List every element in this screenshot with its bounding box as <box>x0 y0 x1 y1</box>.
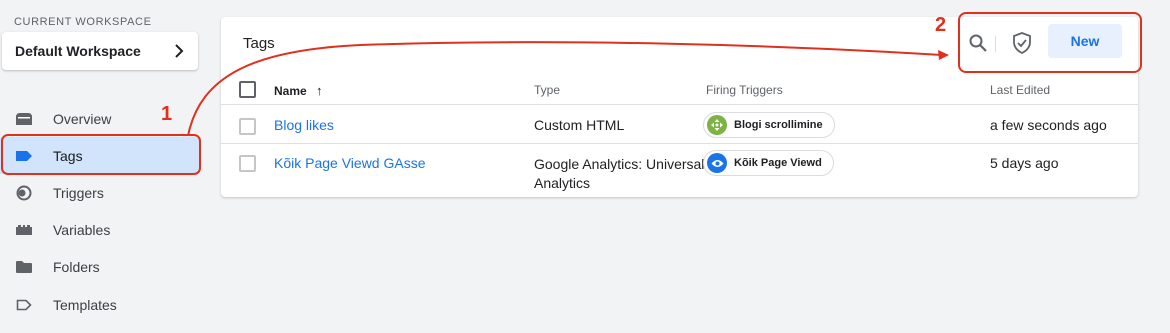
tag-type: Custom HTML <box>534 117 625 133</box>
sidebar-item-variables[interactable]: Variables <box>0 211 200 248</box>
column-header-firing-triggers[interactable]: Firing Triggers <box>706 83 783 97</box>
column-header-name[interactable]: Name ↑ <box>274 83 323 98</box>
last-edited: a few seconds ago <box>990 117 1107 133</box>
step-number-1: 1 <box>161 103 173 125</box>
tag-name-link[interactable]: Kõik Page Viewd GAsse <box>274 155 426 171</box>
select-all-checkbox[interactable] <box>239 81 256 98</box>
page-title: Tags <box>243 35 275 52</box>
sidebar-item-label: Variables <box>53 221 111 238</box>
table-row: Kõik Page Viewd GAsse Google Analytics: … <box>221 145 1138 197</box>
column-header-type[interactable]: Type <box>534 83 560 97</box>
sidebar-item-label: Templates <box>53 296 117 313</box>
sidebar: CURRENT WORKSPACE Default Workspace Over… <box>0 0 210 333</box>
chevron-right-icon <box>175 44 184 58</box>
search-icon[interactable] <box>968 33 988 53</box>
folder-icon <box>15 258 33 276</box>
sidebar-item-folders[interactable]: Folders <box>0 248 200 285</box>
row-checkbox[interactable] <box>239 155 256 172</box>
tag-icon <box>15 147 33 165</box>
trigger-chip[interactable]: Kõik Page Viewd <box>703 150 834 176</box>
new-tag-button[interactable]: New <box>1048 24 1122 58</box>
sidebar-item-triggers[interactable]: Triggers <box>0 174 200 211</box>
toolbar: New <box>958 12 1142 73</box>
template-icon <box>15 296 33 314</box>
sidebar-item-label: Tags <box>53 147 83 164</box>
row-checkbox[interactable] <box>239 118 256 135</box>
tag-name-link[interactable]: Blog likes <box>274 117 334 133</box>
trigger-chip[interactable]: Blogi scrollimine <box>703 112 835 138</box>
workspace-label: CURRENT WORKSPACE <box>14 16 152 28</box>
sidebar-item-label: Folders <box>53 258 100 275</box>
variables-icon <box>15 221 33 239</box>
shield-check-icon[interactable] <box>1011 31 1033 55</box>
table-header: Name ↑ Type Firing Triggers Last Edited <box>221 75 1138 105</box>
table-row: Blog likes Custom HTML Blogi scrollimine… <box>221 106 1138 144</box>
column-header-name-label: Name <box>274 84 307 98</box>
tag-type-line: Google Analytics: Universal <box>534 156 705 172</box>
tags-card: Tags New Name ↑ Type Firing Triggers Las… <box>221 12 1142 197</box>
eye-icon <box>707 153 727 173</box>
workspace-name: Default Workspace <box>15 43 141 59</box>
tag-type-line: Analytics <box>534 175 591 191</box>
overview-icon <box>15 110 33 128</box>
tag-type: Google Analytics: Universal Analytics <box>534 155 704 193</box>
toolbar-divider <box>995 36 996 52</box>
sidebar-item-label: Triggers <box>53 184 104 201</box>
trigger-chip-label: Kõik Page Viewd <box>734 157 822 169</box>
trigger-icon <box>15 184 33 202</box>
scroll-icon <box>707 115 727 135</box>
column-header-last-edited[interactable]: Last Edited <box>990 83 1050 97</box>
sidebar-item-label: Overview <box>53 110 112 127</box>
sidebar-item-tags[interactable]: Tags <box>0 137 200 174</box>
sort-arrow-icon: ↑ <box>316 83 323 98</box>
step-number-2: 2 <box>935 14 947 36</box>
workspace-selector[interactable]: Default Workspace <box>2 32 198 70</box>
trigger-chip-label: Blogi scrollimine <box>734 119 823 131</box>
sidebar-item-templates[interactable]: Templates <box>0 286 200 323</box>
last-edited: 5 days ago <box>990 155 1059 171</box>
